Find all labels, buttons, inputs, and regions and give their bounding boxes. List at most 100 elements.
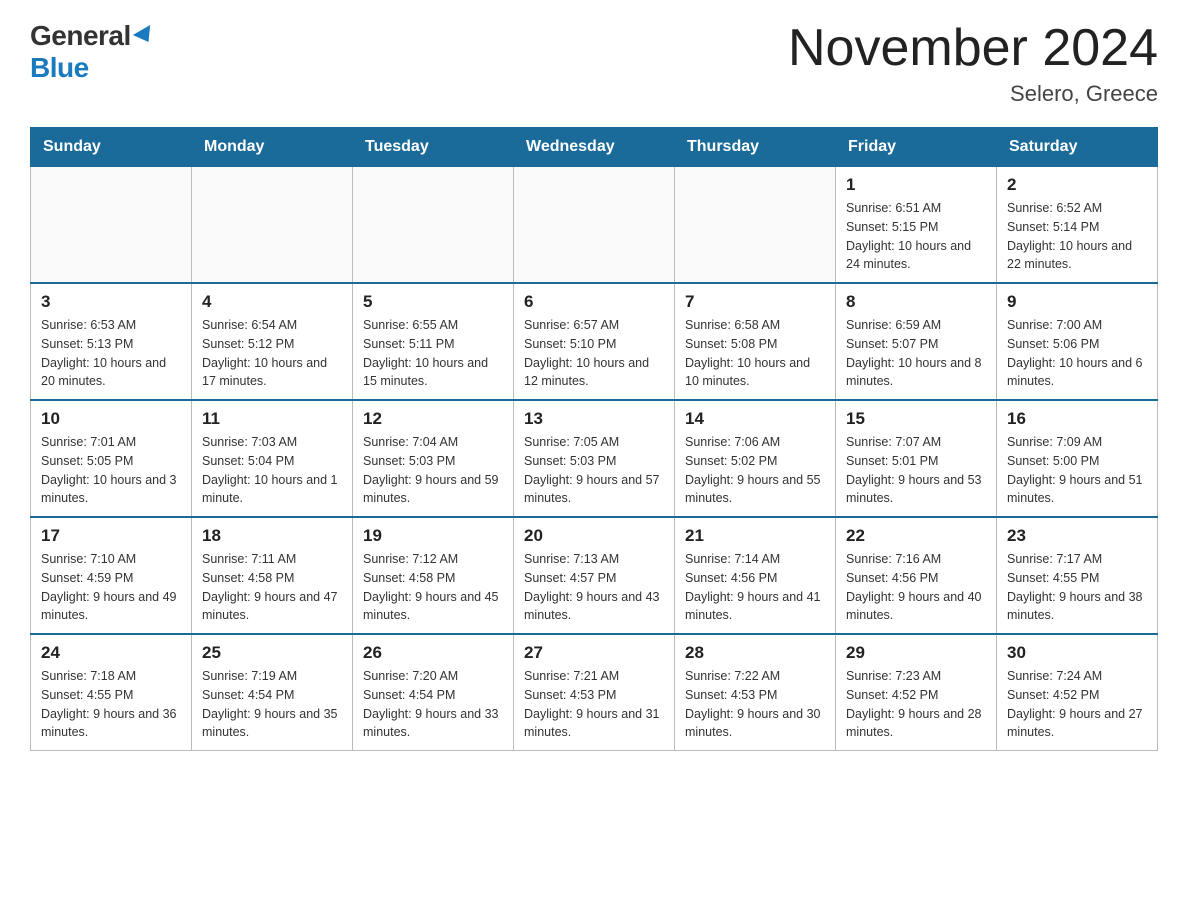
day-info: Sunrise: 6:54 AMSunset: 5:12 PMDaylight:… — [202, 316, 342, 391]
day-number: 19 — [363, 526, 503, 546]
day-number: 12 — [363, 409, 503, 429]
calendar-cell: 7 Sunrise: 6:58 AMSunset: 5:08 PMDaylight… — [675, 283, 836, 400]
header-sunday: Sunday — [31, 128, 192, 167]
day-number: 16 — [1007, 409, 1147, 429]
day-info: Sunrise: 7:13 AMSunset: 4:57 PMDaylight:… — [524, 550, 664, 625]
header-monday: Monday — [192, 128, 353, 167]
day-number: 8 — [846, 292, 986, 312]
calendar-week-row: 10 Sunrise: 7:01 AMSunset: 5:05 PMDayligh… — [31, 400, 1158, 517]
day-info: Sunrise: 7:09 AMSunset: 5:00 PMDaylight:… — [1007, 433, 1147, 508]
day-info: Sunrise: 7:14 AMSunset: 4:56 PMDaylight:… — [685, 550, 825, 625]
calendar-cell: 29Sunrise: 7:23 AMSunset: 4:52 PMDayligh… — [836, 634, 997, 751]
calendar-cell: 6Sunrise: 6:57 AMSunset: 5:10 PMDaylight… — [514, 283, 675, 400]
day-info: Sunrise: 6:59 AMSunset: 5:07 PMDaylight:… — [846, 316, 986, 391]
day-info: Sunrise: 7:01 AMSunset: 5:05 PMDaylight:… — [41, 433, 181, 508]
calendar-cell: 3 Sunrise: 6:53 AMSunset: 5:13 PMDaylight… — [31, 283, 192, 400]
calendar-cell: 16 Sunrise: 7:09 AMSunset: 5:00 PMDayligh… — [997, 400, 1158, 517]
day-info: Sunrise: 7:19 AMSunset: 4:54 PMDaylight:… — [202, 667, 342, 742]
day-info: Sunrise: 7:18 AMSunset: 4:55 PMDaylight:… — [41, 667, 181, 742]
calendar-cell: 14Sunrise: 7:06 AMSunset: 5:02 PMDayligh… — [675, 400, 836, 517]
day-info: Sunrise: 7:05 AMSunset: 5:03 PMDaylight:… — [524, 433, 664, 508]
calendar-cell: 17Sunrise: 7:10 AMSunset: 4:59 PMDayligh… — [31, 517, 192, 634]
calendar-cell: 23 Sunrise: 7:17 AMSunset: 4:55 PMDayligh… — [997, 517, 1158, 634]
day-number: 20 — [524, 526, 664, 546]
day-info: Sunrise: 6:58 AMSunset: 5:08 PMDaylight:… — [685, 316, 825, 391]
calendar-cell — [675, 167, 836, 284]
calendar-cell: 4 Sunrise: 6:54 AMSunset: 5:12 PMDaylight… — [192, 283, 353, 400]
calendar-cell: 28 Sunrise: 7:22 AMSunset: 4:53 PMDayligh… — [675, 634, 836, 751]
title-area: November 2024 Selero, Greece — [788, 20, 1158, 107]
day-number: 5 — [363, 292, 503, 312]
calendar-cell: 9 Sunrise: 7:00 AMSunset: 5:06 PMDaylight… — [997, 283, 1158, 400]
day-number: 7 — [685, 292, 825, 312]
day-info: Sunrise: 7:00 AMSunset: 5:06 PMDaylight:… — [1007, 316, 1147, 391]
day-info: Sunrise: 7:21 AMSunset: 4:53 PMDaylight:… — [524, 667, 664, 742]
calendar-cell: 11 Sunrise: 7:03 AMSunset: 5:04 PMDayligh… — [192, 400, 353, 517]
day-number: 27 — [524, 643, 664, 663]
day-number: 9 — [1007, 292, 1147, 312]
subtitle: Selero, Greece — [788, 81, 1158, 107]
calendar-cell: 21 Sunrise: 7:14 AMSunset: 4:56 PMDayligh… — [675, 517, 836, 634]
page-title: November 2024 — [788, 20, 1158, 77]
calendar-cell: 1 Sunrise: 6:51 AMSunset: 5:15 PMDaylight… — [836, 167, 997, 284]
day-info: Sunrise: 7:22 AMSunset: 4:53 PMDaylight:… — [685, 667, 825, 742]
calendar-header-row: Sunday Monday Tuesday Wednesday Thursday… — [31, 128, 1158, 167]
calendar-cell — [514, 167, 675, 284]
calendar-cell: 15Sunrise: 7:07 AMSunset: 5:01 PMDayligh… — [836, 400, 997, 517]
day-number: 13 — [524, 409, 664, 429]
calendar-table: Sunday Monday Tuesday Wednesday Thursday… — [30, 127, 1158, 751]
logo-blue: Blue — [30, 52, 89, 84]
day-info: Sunrise: 6:57 AMSunset: 5:10 PMDaylight:… — [524, 316, 664, 391]
calendar-cell: 26 Sunrise: 7:20 AMSunset: 4:54 PMDayligh… — [353, 634, 514, 751]
calendar-week-row: 3 Sunrise: 6:53 AMSunset: 5:13 PMDaylight… — [31, 283, 1158, 400]
day-info: Sunrise: 7:20 AMSunset: 4:54 PMDaylight:… — [363, 667, 503, 742]
day-info: Sunrise: 7:11 AMSunset: 4:58 PMDaylight:… — [202, 550, 342, 625]
calendar-week-row: 1 Sunrise: 6:51 AMSunset: 5:15 PMDaylight… — [31, 167, 1158, 284]
day-info: Sunrise: 7:04 AMSunset: 5:03 PMDaylight:… — [363, 433, 503, 508]
logo-general: General — [30, 20, 131, 52]
day-info: Sunrise: 6:53 AMSunset: 5:13 PMDaylight:… — [41, 316, 181, 391]
calendar-cell: 12 Sunrise: 7:04 AMSunset: 5:03 PMDayligh… — [353, 400, 514, 517]
calendar-cell: 27 Sunrise: 7:21 AMSunset: 4:53 PMDayligh… — [514, 634, 675, 751]
day-info: Sunrise: 6:55 AMSunset: 5:11 PMDaylight:… — [363, 316, 503, 391]
calendar-cell — [353, 167, 514, 284]
logo-triangle-icon — [133, 25, 157, 47]
calendar-cell: 20 Sunrise: 7:13 AMSunset: 4:57 PMDayligh… — [514, 517, 675, 634]
calendar-cell: 18 Sunrise: 7:11 AMSunset: 4:58 PMDayligh… — [192, 517, 353, 634]
day-number: 11 — [202, 409, 342, 429]
day-info: Sunrise: 7:17 AMSunset: 4:55 PMDaylight:… — [1007, 550, 1147, 625]
logo: General Blue — [30, 20, 155, 84]
day-info: Sunrise: 7:23 AMSunset: 4:52 PMDaylight:… — [846, 667, 986, 742]
day-number: 3 — [41, 292, 181, 312]
day-number: 15 — [846, 409, 986, 429]
calendar-cell: 25 Sunrise: 7:19 AMSunset: 4:54 PMDayligh… — [192, 634, 353, 751]
calendar-cell — [31, 167, 192, 284]
header-wednesday: Wednesday — [514, 128, 675, 167]
day-info: Sunrise: 7:06 AMSunset: 5:02 PMDaylight:… — [685, 433, 825, 508]
day-number: 2 — [1007, 175, 1147, 195]
day-info: Sunrise: 7:12 AMSunset: 4:58 PMDaylight:… — [363, 550, 503, 625]
calendar-cell: 5 Sunrise: 6:55 AMSunset: 5:11 PMDaylight… — [353, 283, 514, 400]
day-number: 26 — [363, 643, 503, 663]
day-info: Sunrise: 6:51 AMSunset: 5:15 PMDaylight:… — [846, 199, 986, 274]
day-number: 23 — [1007, 526, 1147, 546]
day-number: 4 — [202, 292, 342, 312]
day-info: Sunrise: 7:16 AMSunset: 4:56 PMDaylight:… — [846, 550, 986, 625]
calendar-cell: 8 Sunrise: 6:59 AMSunset: 5:07 PMDaylight… — [836, 283, 997, 400]
day-number: 22 — [846, 526, 986, 546]
calendar-week-row: 24 Sunrise: 7:18 AMSunset: 4:55 PMDayligh… — [31, 634, 1158, 751]
day-number: 18 — [202, 526, 342, 546]
day-number: 28 — [685, 643, 825, 663]
day-info: Sunrise: 7:24 AMSunset: 4:52 PMDaylight:… — [1007, 667, 1147, 742]
calendar-cell: 24 Sunrise: 7:18 AMSunset: 4:55 PMDayligh… — [31, 634, 192, 751]
day-number: 10 — [41, 409, 181, 429]
day-info: Sunrise: 7:03 AMSunset: 5:04 PMDaylight:… — [202, 433, 342, 508]
day-number: 24 — [41, 643, 181, 663]
day-number: 1 — [846, 175, 986, 195]
header-saturday: Saturday — [997, 128, 1158, 167]
calendar-cell: 2Sunrise: 6:52 AMSunset: 5:14 PMDaylight… — [997, 167, 1158, 284]
day-number: 21 — [685, 526, 825, 546]
day-number: 25 — [202, 643, 342, 663]
calendar-cell — [192, 167, 353, 284]
page-header: General Blue November 2024 Selero, Greec… — [30, 20, 1158, 107]
